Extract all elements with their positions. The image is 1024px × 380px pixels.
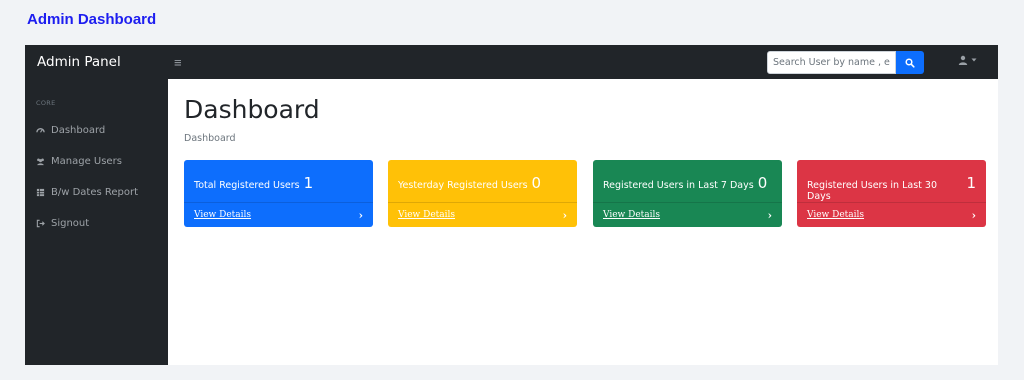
stat-card-total: Total Registered Users 1 View Details › [184,160,373,227]
sidebar-heading: CORE [36,99,56,107]
user-dropdown[interactable] [958,55,977,65]
page-heading: Admin Dashboard [27,11,157,28]
card-value: 1 [966,174,976,192]
card-label: Total Registered Users [194,180,300,191]
view-details-link[interactable]: View Details [603,210,660,220]
sidebar-item-label: Manage Users [51,156,122,167]
topbar: Admin Panel ≡ [25,45,998,79]
card-value: 0 [531,174,542,192]
caret-down-icon [971,58,977,62]
stat-card-last-30-days: Registered Users in Last 30 Days 1 View … [797,160,986,227]
tachometer-icon [36,126,45,135]
view-details-link[interactable]: View Details [398,210,455,220]
search-input[interactable] [767,51,896,74]
search-form [767,51,924,74]
user-icon [958,55,968,65]
card-label: Registered Users in Last 30 Days [807,180,937,202]
sidebar-item-signout[interactable]: Signout [36,218,89,229]
card-value: 0 [757,174,768,192]
chevron-right-icon[interactable]: › [563,209,567,222]
search-button[interactable] [896,51,924,74]
sidebar: CORE Dashboard Manage Users B/w Dates Re… [25,79,168,365]
admin-app: Admin Panel ≡ CORE [25,45,998,365]
sidebar-item-manage-users[interactable]: Manage Users [36,156,122,167]
users-icon [36,157,45,166]
sidebar-item-dashboard[interactable]: Dashboard [36,125,105,136]
sidebar-item-label: Dashboard [51,125,106,136]
view-details-link[interactable]: View Details [807,210,864,220]
card-label: Yesterday Registered Users [398,180,528,191]
brand[interactable]: Admin Panel [25,54,168,70]
breadcrumb: Dashboard [184,133,236,144]
sidebar-item-label: B/w Dates Report [51,187,139,198]
card-value: 1 [303,174,314,192]
chevron-right-icon[interactable]: › [768,209,772,222]
card-label: Registered Users in Last 7 Days [603,180,754,191]
page-title: Dashboard [184,95,320,124]
signout-icon [36,219,45,228]
main-content: Dashboard Dashboard Total Registered Use… [168,79,998,365]
search-icon [905,57,915,68]
table-icon [36,188,45,197]
menu-icon[interactable]: ≡ [168,55,182,70]
sidebar-item-bw-dates-report[interactable]: B/w Dates Report [36,187,138,198]
chevron-right-icon[interactable]: › [972,209,976,222]
stat-card-last-7-days: Registered Users in Last 7 Days 0 View D… [593,160,782,227]
chevron-right-icon[interactable]: › [359,209,363,222]
stat-card-yesterday: Yesterday Registered Users 0 View Detail… [388,160,577,227]
sidebar-item-label: Signout [51,218,90,229]
view-details-link[interactable]: View Details [194,210,251,220]
